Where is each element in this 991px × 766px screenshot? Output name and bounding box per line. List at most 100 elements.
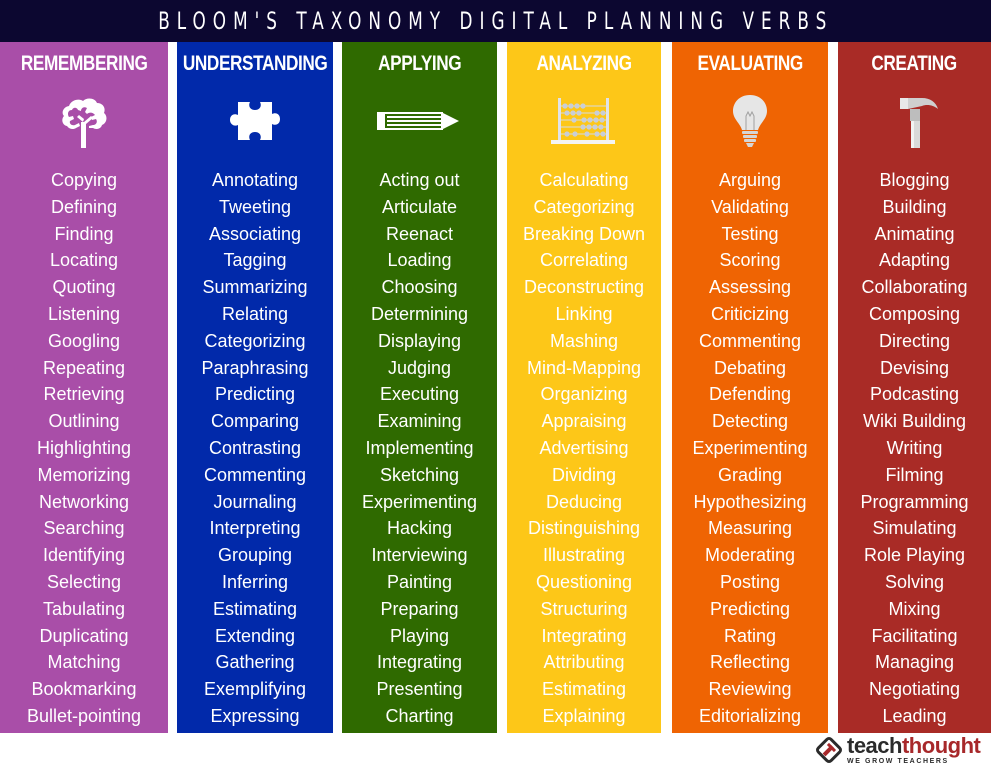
verb-item: Role Playing bbox=[863, 545, 966, 566]
verb-item: Sketching bbox=[379, 464, 460, 485]
verb-item: Distinguishing bbox=[527, 518, 641, 539]
verb-item: Loading bbox=[387, 250, 452, 271]
verb-item: Interpreting bbox=[209, 518, 301, 539]
verb-item: Blogging bbox=[879, 170, 950, 190]
verb-item: Devising bbox=[879, 357, 950, 378]
verb-item: Categorizing bbox=[204, 330, 306, 351]
verb-item: Listening bbox=[47, 303, 121, 324]
column-header: ANALYZING bbox=[507, 50, 661, 78]
verb-item: Illustrating bbox=[542, 545, 626, 566]
verb-item: Predicting bbox=[709, 598, 791, 619]
column-header: UNDERSTANDING bbox=[177, 50, 333, 78]
verb-item: Annotating bbox=[211, 170, 299, 190]
verb-item: Relating bbox=[221, 303, 289, 324]
verb-item: Integrating bbox=[541, 625, 627, 646]
verb-item: Composing bbox=[868, 303, 961, 324]
verb-list: Copying Defining Finding Locating Quoting Lis… bbox=[0, 167, 168, 730]
hammer-icon bbox=[880, 92, 950, 150]
verb-item: Moderating bbox=[704, 545, 796, 566]
verb-item: Animating bbox=[874, 223, 955, 244]
verb-item: Structuring bbox=[540, 598, 628, 619]
verb-item: Reviewing bbox=[708, 679, 792, 700]
verb-item: Building bbox=[882, 196, 947, 217]
verb-item: Executing bbox=[379, 384, 460, 405]
verb-item: Displaying bbox=[377, 330, 462, 351]
verb-item: Filming bbox=[885, 464, 944, 485]
puzzle-piece-icon bbox=[220, 92, 290, 150]
verb-item: Negotiating bbox=[868, 679, 961, 700]
verb-item: Commenting bbox=[203, 464, 307, 485]
teachthought-logo-icon bbox=[816, 737, 842, 763]
verb-item: Predicting bbox=[214, 384, 296, 405]
verb-item: Painting bbox=[386, 571, 453, 592]
verb-item: Deconstructing bbox=[523, 277, 645, 298]
verb-item: Identifying bbox=[42, 545, 126, 566]
verb-item: Tagging bbox=[223, 250, 287, 271]
column-header: CREATING bbox=[838, 50, 991, 78]
verb-item: Organizing bbox=[540, 384, 628, 405]
verb-item: Writing bbox=[886, 437, 943, 458]
verb-item: Determining bbox=[370, 303, 469, 324]
column-header-text: EVALUATING bbox=[697, 52, 803, 75]
verb-item: Contrasting bbox=[208, 437, 302, 458]
verb-item: Commenting bbox=[698, 330, 802, 351]
column-analyzing: ANALYZING Calculating Categorizing Break… bbox=[507, 42, 661, 733]
verb-item: Duplicating bbox=[39, 625, 129, 646]
verb-item: Grouping bbox=[217, 545, 293, 566]
verb-item: Estimating bbox=[212, 598, 298, 619]
verb-item: Advertising bbox=[539, 437, 629, 458]
verb-item: Paraphrasing bbox=[201, 357, 309, 378]
column-header: REMEMBERING bbox=[0, 50, 168, 78]
verb-item: Hypothesizing bbox=[693, 491, 807, 512]
logo-name-part2: thought bbox=[901, 733, 981, 758]
verb-item: Detecting bbox=[711, 411, 789, 432]
verb-item: Selecting bbox=[46, 571, 122, 592]
verb-item: Directing bbox=[878, 330, 951, 351]
verb-item: Adapting bbox=[878, 250, 951, 271]
verb-item: Hacking bbox=[386, 518, 453, 539]
verb-list: Arguing Validating Testing Scoring Assessing… bbox=[672, 167, 828, 730]
verb-item: Assessing bbox=[708, 277, 792, 298]
column-understanding: UNDERSTANDING Annotating Tweeting Associat… bbox=[177, 42, 333, 733]
column-header-text: CREATING bbox=[871, 52, 958, 75]
column-evaluating: EVALUATING Arguing Validating Testing Scori… bbox=[672, 42, 828, 733]
logo-tagline: WE GROW TEACHERS bbox=[847, 758, 949, 765]
verb-item: Correlating bbox=[539, 250, 629, 271]
verb-item: Acting out bbox=[379, 170, 460, 190]
column-applying: APPLYING Acting out Articulate Reenact Load… bbox=[342, 42, 497, 733]
verb-item: Matching bbox=[47, 652, 121, 673]
verb-item: Rating bbox=[723, 625, 777, 646]
verb-item: Outlining bbox=[48, 411, 120, 432]
verb-item: Leading bbox=[882, 705, 947, 726]
verb-item: Explaining bbox=[542, 705, 626, 726]
verb-item: Grading bbox=[717, 464, 783, 485]
verb-item: Dividing bbox=[551, 464, 617, 485]
verb-list: Annotating Tweeting Associating Tagging Summ… bbox=[177, 167, 333, 730]
verb-item: Criticizing bbox=[710, 303, 789, 324]
verb-item: Preparing bbox=[380, 598, 459, 619]
verb-item: Facilitating bbox=[871, 625, 958, 646]
verb-item: Podcasting bbox=[869, 384, 960, 405]
verb-item: Scoring bbox=[719, 250, 781, 271]
pencil-icon bbox=[376, 92, 459, 150]
verb-item: Testing bbox=[721, 223, 779, 244]
verb-item: Expressing bbox=[210, 705, 300, 726]
verb-list: Blogging Building Animating Adapting Collabo… bbox=[838, 167, 991, 730]
column-header-text: REMEMBERING bbox=[20, 52, 148, 75]
verb-item: Judging bbox=[387, 357, 452, 378]
brain-icon bbox=[49, 92, 119, 150]
verb-item: Examining bbox=[377, 411, 462, 432]
verb-item: Quoting bbox=[52, 277, 116, 298]
verb-item: Defending bbox=[708, 384, 792, 405]
verb-item: Choosing bbox=[381, 277, 458, 298]
verb-item: Programming bbox=[860, 491, 969, 512]
verb-item: Breaking Down bbox=[522, 223, 646, 244]
verb-item: Summarizing bbox=[202, 277, 308, 298]
verb-item: Arguing bbox=[718, 170, 782, 190]
verb-item: Debating bbox=[713, 357, 787, 378]
verb-item: Validating bbox=[711, 196, 789, 217]
teachthought-logo[interactable]: teachthought WE GROW TEACHERS bbox=[815, 733, 981, 765]
verb-item: Categorizing bbox=[533, 196, 635, 217]
verb-item: Reenact bbox=[385, 223, 454, 244]
column-creating: CREATING Blogging Building Animating Adapti… bbox=[838, 42, 991, 733]
